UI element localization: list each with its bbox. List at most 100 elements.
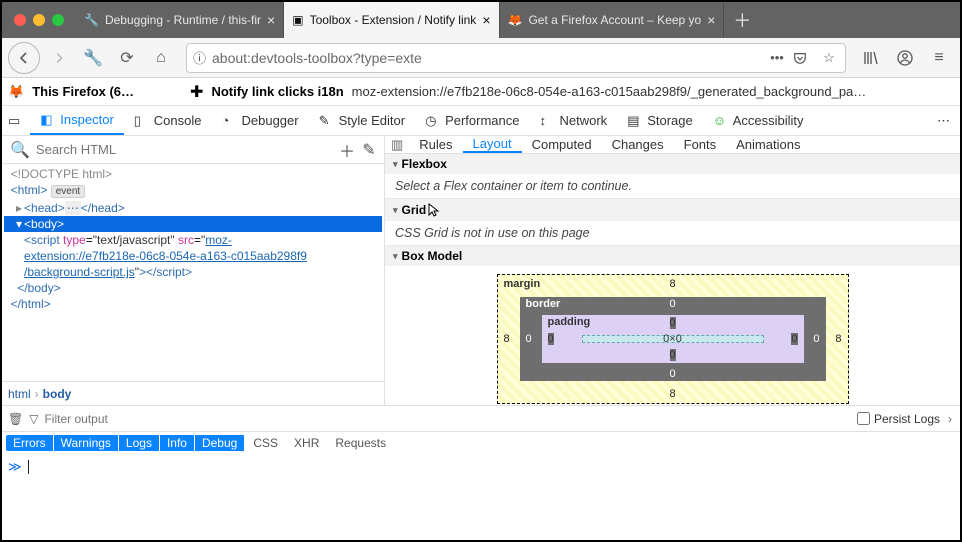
filter-info[interactable]: Info — [160, 435, 195, 451]
section-header[interactable]: ▾Box Model — [385, 246, 960, 266]
border-right[interactable]: 0 — [813, 333, 819, 345]
browser-tab[interactable]: ▣ Toolbox - Extension / Notify link × — [284, 2, 499, 38]
browser-tab[interactable]: 🦊 Get a Firefox Account – Keep yo × — [500, 2, 725, 38]
ruletab-changes[interactable]: Changes — [602, 136, 674, 153]
eyedropper-icon[interactable]: ✎ — [358, 140, 380, 160]
url-bar[interactable]: ⓘ ••• ☆ — [186, 43, 846, 73]
tab-debugger[interactable]: ◔Debugger — [211, 106, 308, 135]
twisty-icon: ▾ — [393, 251, 398, 262]
dom-html-close[interactable]: </html> — [11, 297, 51, 311]
home-button[interactable]: ⌂ — [146, 43, 176, 73]
grid-section: ▾Grid CSS Grid is not in use on this pag… — [385, 199, 960, 246]
info-icon[interactable]: ⓘ — [193, 48, 206, 67]
forward-button[interactable] — [44, 43, 74, 73]
dom-body-close[interactable]: </body> — [17, 281, 60, 295]
console-input-row[interactable]: ≫ — [2, 454, 960, 480]
section-header[interactable]: ▾Grid — [385, 199, 960, 221]
account-icon[interactable] — [890, 43, 920, 73]
flexbox-message: Select a Flex container or item to conti… — [385, 174, 960, 198]
twisty-icon[interactable]: ▸ — [14, 200, 24, 216]
persist-logs-toggle[interactable]: Persist Logs — [857, 412, 940, 426]
ruletab-animations[interactable]: Animations — [726, 136, 810, 153]
dom-head[interactable]: <head>⋯</head> — [24, 201, 125, 215]
close-tab-icon[interactable]: × — [707, 12, 715, 28]
tab-style-editor[interactable]: ✎Style Editor — [309, 106, 415, 135]
console-filter-input[interactable] — [44, 412, 851, 426]
new-tab-button[interactable]: ＋ — [724, 2, 760, 38]
chevron-right-icon[interactable]: › — [946, 412, 954, 426]
dom-doctype[interactable]: <!DOCTYPE html> — [11, 167, 112, 181]
tab-storage[interactable]: ▤Storage — [617, 106, 703, 135]
iframe-picker-icon[interactable]: ▭ — [2, 106, 30, 135]
padding-left[interactable]: 0 — [548, 333, 554, 345]
pocket-icon[interactable] — [793, 51, 813, 65]
crumb-body[interactable]: body — [43, 387, 72, 401]
filter-requests[interactable]: Requests — [327, 435, 394, 451]
tab-inspector[interactable]: ◧Inspector — [30, 106, 123, 135]
tab-performance[interactable]: ◷Performance — [415, 106, 529, 135]
url-input[interactable] — [212, 50, 761, 66]
tab-label: Debugging - Runtime / this-fir — [105, 13, 261, 27]
dom-script[interactable]: <script type="text/javascript" src="moz- — [4, 232, 382, 248]
library-icon[interactable] — [856, 43, 886, 73]
padding-right[interactable]: 0 — [791, 333, 797, 345]
tab-console[interactable]: ▯Console — [124, 106, 212, 135]
box-model-content[interactable]: 0×0 — [582, 335, 764, 343]
filter-debug[interactable]: Debug — [195, 435, 245, 451]
reader-icon[interactable]: ••• — [767, 50, 787, 65]
search-html-input[interactable] — [34, 142, 336, 157]
bookmark-icon[interactable]: ☆ — [819, 50, 839, 66]
ruletab-rules[interactable]: Rules — [409, 136, 462, 153]
zoom-window-icon[interactable] — [52, 14, 64, 26]
ruletab-fonts[interactable]: Fonts — [674, 136, 727, 153]
filter-errors[interactable]: Errors — [6, 435, 54, 451]
border-bottom[interactable]: 0 — [669, 368, 675, 380]
boxmodel-section: ▾Box Model margin 8 8 8 8 border 0 0 0 0 — [385, 246, 960, 412]
close-window-icon[interactable] — [14, 14, 26, 26]
filter-xhr[interactable]: XHR — [286, 435, 327, 451]
context-left: This Firefox (6… — [32, 84, 134, 99]
margin-bottom[interactable]: 8 — [669, 388, 675, 400]
breadcrumb: html › body — [2, 381, 384, 405]
reload-button[interactable]: ⟳ — [112, 43, 142, 73]
browser-tab[interactable]: 🔧 Debugging - Runtime / this-fir × — [76, 2, 284, 38]
padding-top[interactable]: 0 — [669, 317, 675, 329]
box-model-margin[interactable]: margin 8 8 8 8 border 0 0 0 0 padding 0 — [497, 274, 849, 404]
devtools-meatball-icon[interactable]: ⋯ — [927, 106, 960, 135]
tab-accessibility[interactable]: ☺Accessibility — [703, 106, 814, 135]
minimize-window-icon[interactable] — [33, 14, 45, 26]
event-badge[interactable]: event — [51, 185, 85, 198]
firefox-icon: 🦊 — [508, 13, 523, 27]
persist-logs-checkbox[interactable] — [857, 412, 870, 425]
add-node-button[interactable]: ＋ — [336, 138, 358, 162]
dom-selected-row[interactable]: ▾<body> — [4, 216, 382, 232]
back-button[interactable] — [8, 42, 40, 74]
close-tab-icon[interactable]: × — [267, 12, 275, 28]
padding-bottom[interactable]: 0 — [669, 349, 675, 361]
border-top[interactable]: 0 — [669, 298, 675, 310]
margin-top[interactable]: 8 — [669, 278, 675, 290]
ruletab-layout[interactable]: Layout — [463, 136, 522, 153]
ruletab-computed[interactable]: Computed — [522, 136, 602, 153]
section-header[interactable]: ▾Flexbox — [385, 154, 960, 174]
menu-icon[interactable]: ≡ — [924, 43, 954, 73]
pane-toggle-icon[interactable]: ▥ — [391, 137, 403, 153]
devtools-button[interactable]: 🔧 — [78, 43, 108, 73]
browser-tabbar: 🔧 Debugging - Runtime / this-fir × ▣ Too… — [76, 2, 960, 38]
dom-html-open[interactable]: <html> — [11, 183, 48, 197]
search-icon: 🔍 — [6, 140, 34, 160]
crumb-html[interactable]: html — [8, 387, 31, 401]
dom-tree[interactable]: <!DOCTYPE html> <html> event ▸<head>⋯</h… — [2, 164, 384, 381]
box-model-padding[interactable]: padding 0 0 0 0 0×0 — [542, 315, 804, 363]
filter-logs[interactable]: Logs — [119, 435, 160, 451]
trash-icon[interactable]: 🗑 — [8, 412, 23, 426]
text-caret — [28, 460, 29, 474]
filter-css[interactable]: CSS — [245, 435, 286, 451]
close-tab-icon[interactable]: × — [482, 12, 490, 28]
tab-network[interactable]: ↕Network — [530, 106, 618, 135]
filter-warnings[interactable]: Warnings — [54, 435, 119, 451]
margin-left[interactable]: 8 — [504, 333, 510, 345]
margin-right[interactable]: 8 — [835, 333, 841, 345]
box-model-border[interactable]: border 0 0 0 0 padding 0 0 0 0 0×0 — [520, 297, 826, 381]
border-left[interactable]: 0 — [526, 333, 532, 345]
